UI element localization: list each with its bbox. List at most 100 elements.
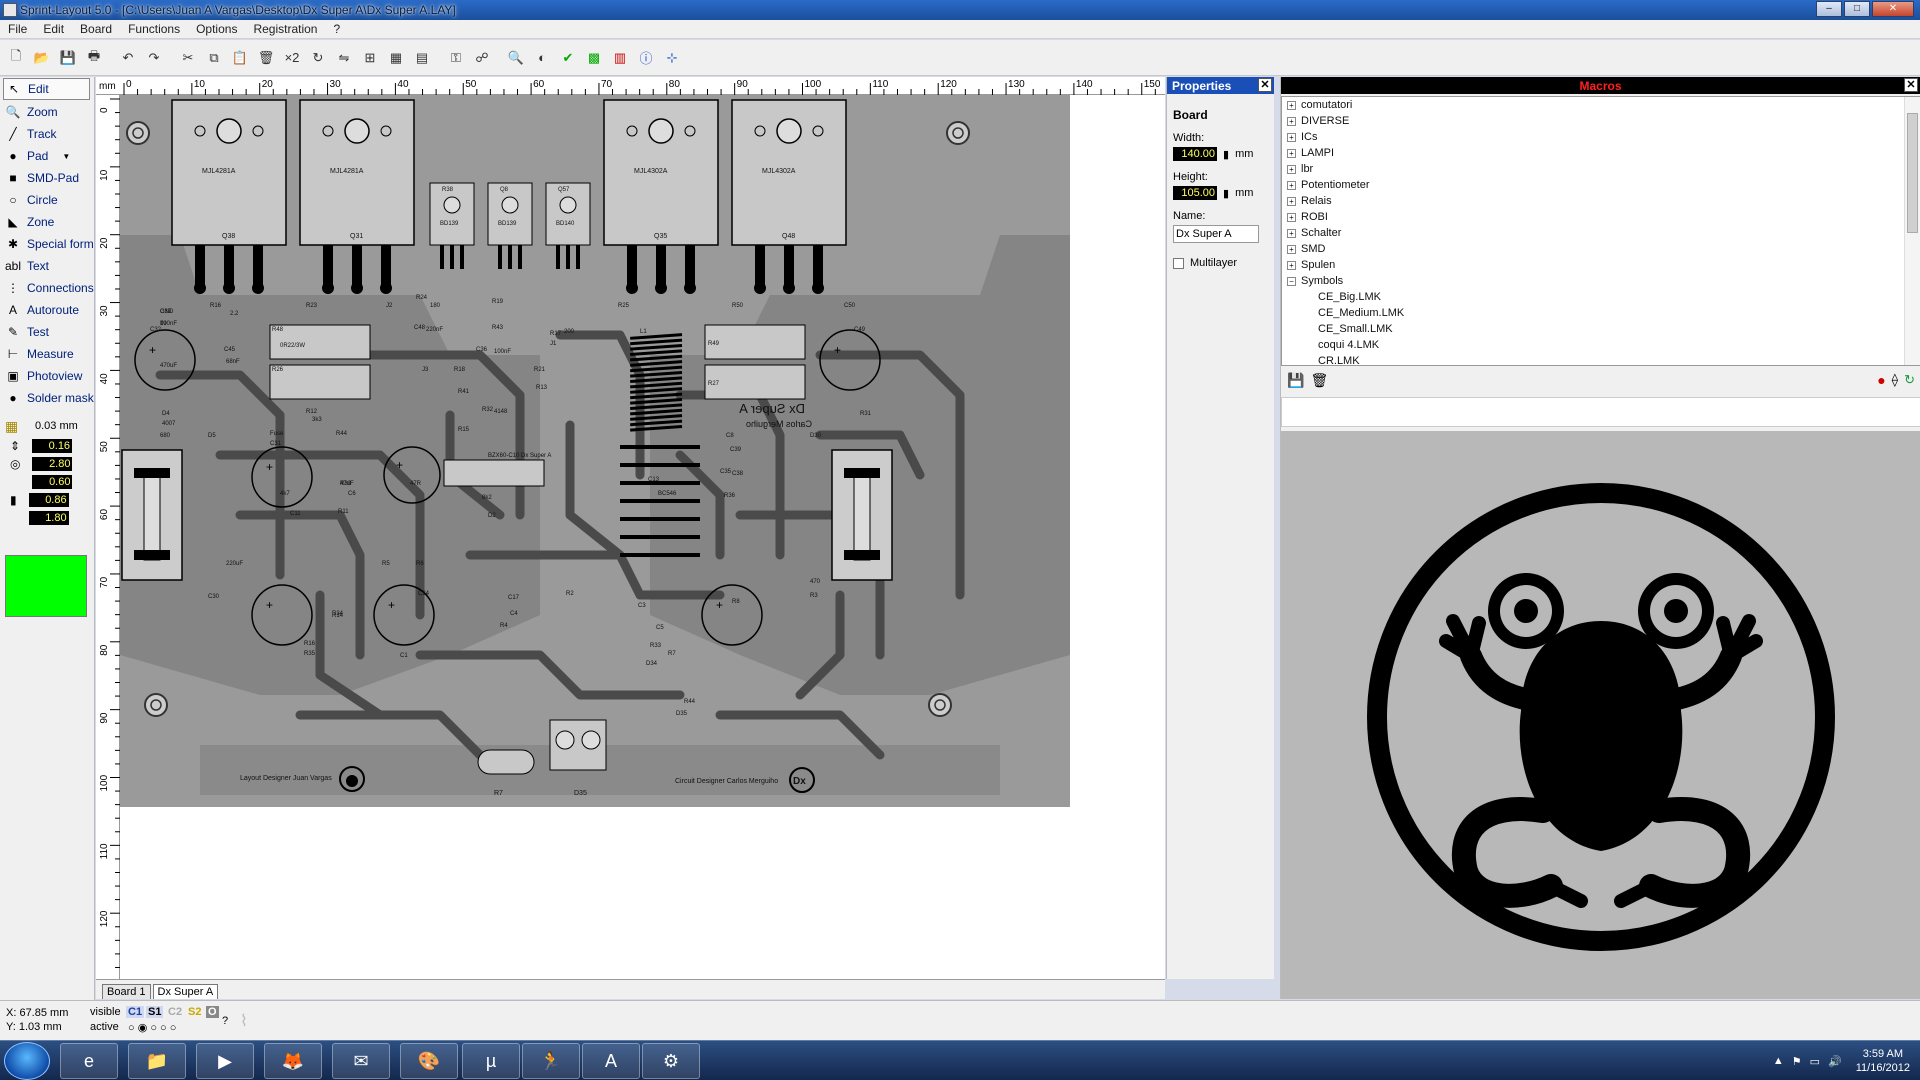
open-folder-icon[interactable]: 📂 <box>30 46 54 70</box>
group-icon[interactable]: ▦ <box>384 46 408 70</box>
tool-zone[interactable]: ◣ Zone <box>0 211 94 233</box>
name-field[interactable]: Dx Super A <box>1173 225 1259 243</box>
layer-s2-toggle[interactable]: S2 <box>186 1006 203 1018</box>
menu-help[interactable]: ? <box>325 22 348 36</box>
macro-file[interactable]: CE_Big.LMK <box>1282 289 1920 305</box>
gnd-connector[interactable] <box>477 749 535 775</box>
close-button[interactable]: ✕ <box>1872 1 1914 17</box>
save-macro-icon[interactable]: 💾 <box>1287 372 1304 389</box>
folder-mail-icon[interactable]: ✉ <box>332 1043 390 1079</box>
macro-file[interactable]: coqui 4.LMK <box>1282 337 1920 353</box>
new-file-icon[interactable]: 🗋 <box>4 46 28 70</box>
zoom-icon[interactable]: 🔍 <box>504 46 528 70</box>
redo-icon[interactable]: ↷ <box>142 46 166 70</box>
tool-photoview[interactable]: ▣ Photoview <box>0 365 94 387</box>
expand-icon[interactable]: + <box>1287 260 1296 270</box>
macro-mirror-icon[interactable]: ⟠ <box>1892 372 1898 388</box>
runner-icon[interactable]: 🏃 <box>522 1043 580 1079</box>
power-resistor[interactable] <box>269 324 371 360</box>
tab-dx-super-a[interactable]: Dx Super A <box>152 984 219 999</box>
layer-o-toggle[interactable]: O <box>206 1006 219 1018</box>
macro-file[interactable]: CE_Small.LMK <box>1282 321 1920 337</box>
macro-folder[interactable]: + ICs <box>1282 129 1920 145</box>
snap-icon[interactable]: ⊹ <box>660 46 684 70</box>
macros-close-button[interactable]: ✕ <box>1904 78 1918 92</box>
paint-icon[interactable]: 🎨 <box>400 1043 458 1079</box>
layer-c2-toggle[interactable]: C2 <box>166 1006 184 1018</box>
menu-edit[interactable]: Edit <box>35 22 72 36</box>
tool-measure[interactable]: ⊢ Measure <box>0 343 94 365</box>
width-field[interactable]: 140.00 <box>1173 147 1217 161</box>
macro-folder[interactable]: + DIVERSE <box>1282 113 1920 129</box>
track-width-value[interactable]: 0.16 <box>32 439 73 453</box>
macro-folder[interactable]: + Relais <box>1282 193 1920 209</box>
rotate-icon[interactable]: ↻ <box>306 46 330 70</box>
macro-folder[interactable]: + Spulen <box>1282 257 1920 273</box>
start-button[interactable] <box>4 1042 50 1080</box>
macro-folder[interactable]: + Schalter <box>1282 225 1920 241</box>
ratsnest-icon[interactable]: ◐ <box>530 46 554 70</box>
duplicate-icon[interactable]: ×2 <box>280 46 304 70</box>
layer-help[interactable]: ? <box>222 1015 228 1027</box>
macro-folder[interactable]: + ROBI <box>1282 209 1920 225</box>
multilayer-checkbox-row[interactable]: Multilayer <box>1173 257 1274 269</box>
print-icon[interactable]: 🖶 <box>82 46 106 70</box>
menu-options[interactable]: Options <box>188 22 245 36</box>
drc-icon[interactable]: ✔ <box>556 46 580 70</box>
macro-tree-scrollbar[interactable] <box>1904 97 1920 365</box>
tool-special-form[interactable]: ✱ Special form <box>0 233 94 255</box>
pad-inner-value[interactable]: 0.60 <box>32 475 73 489</box>
copy-icon[interactable]: ⧉ <box>202 46 226 70</box>
width-stepper[interactable]: ▮ <box>1223 148 1229 161</box>
tool-track[interactable]: ╱ Track <box>0 123 94 145</box>
unlock-icon[interactable]: ☍ <box>470 46 494 70</box>
tool-text[interactable]: abl Text <box>0 255 94 277</box>
delete-macro-icon[interactable]: 🗑 <box>1310 372 1328 389</box>
macro-folder[interactable]: + lbr <box>1282 161 1920 177</box>
macro-icon[interactable]: ▥ <box>608 46 632 70</box>
tool-solder-mask[interactable]: ● Solder mask <box>0 387 94 409</box>
tray-arrow-icon[interactable]: ▲ <box>1773 1055 1784 1067</box>
tool-autoroute[interactable]: A Autoroute <box>0 299 94 321</box>
sprint-layout-icon[interactable]: ⚙ <box>642 1043 700 1079</box>
ungroup-icon[interactable]: ▤ <box>410 46 434 70</box>
app-icon[interactable] <box>3 3 17 17</box>
mounting-hole[interactable] <box>126 121 150 145</box>
expand-icon[interactable]: + <box>1287 244 1296 254</box>
firefox-icon[interactable]: 🦊 <box>264 1043 322 1079</box>
gerber-icon[interactable]: ▩ <box>582 46 606 70</box>
explorer-folder-icon[interactable]: 📁 <box>128 1043 186 1079</box>
utorrent-icon[interactable]: µ <box>462 1043 520 1079</box>
active-layer-color[interactable] <box>5 555 87 617</box>
smd-width-row[interactable]: ▮ 0.86 <box>0 491 94 509</box>
pcb-board[interactable]: MJL4281A Q38 MJL4281A Q31 MJL4302A Q35 MJL4302… <box>120 95 1070 807</box>
macro-folder[interactable]: − Symbols <box>1282 273 1920 289</box>
delete-icon[interactable]: 🗑 <box>254 46 278 70</box>
macro-tree[interactable]: + comutatori + DIVERSE + ICs + LAMPI + lbr + Potent… <box>1281 96 1920 366</box>
undo-icon[interactable]: ↶ <box>116 46 140 70</box>
mirror-icon[interactable]: ⇋ <box>332 46 356 70</box>
tool-connections[interactable]: ⋮ Connections <box>0 277 94 299</box>
smd-height-row[interactable]: ▮ 1.80 <box>0 509 94 527</box>
lock-icon[interactable]: ⚿ <box>444 46 468 70</box>
power-resistor[interactable] <box>269 364 371 400</box>
power-resistor[interactable] <box>704 324 806 360</box>
power-resistor[interactable] <box>443 459 545 487</box>
mounting-hole[interactable] <box>928 693 952 717</box>
expand-icon[interactable]: + <box>1287 164 1296 174</box>
expand-icon[interactable]: + <box>1287 132 1296 142</box>
height-stepper[interactable]: ▮ <box>1223 187 1229 200</box>
expand-icon[interactable]: + <box>1287 180 1296 190</box>
clock[interactable]: 3:59 AM 11/16/2012 <box>1856 1047 1910 1075</box>
record-icon[interactable]: ● <box>1877 372 1885 388</box>
save-icon[interactable]: 💾 <box>56 46 80 70</box>
cut-icon[interactable]: ✂ <box>176 46 200 70</box>
align-icon[interactable]: ⊞ <box>358 46 382 70</box>
tab-board-1[interactable]: Board 1 <box>102 984 151 999</box>
pad-outer-value[interactable]: 2.80 <box>32 457 73 471</box>
expand-icon[interactable]: + <box>1287 100 1296 110</box>
menu-functions[interactable]: Functions <box>120 22 188 36</box>
macro-rotate-icon[interactable]: ↻ <box>1904 372 1915 388</box>
expand-icon[interactable]: + <box>1287 148 1296 158</box>
menu-registration[interactable]: Registration <box>245 22 325 36</box>
